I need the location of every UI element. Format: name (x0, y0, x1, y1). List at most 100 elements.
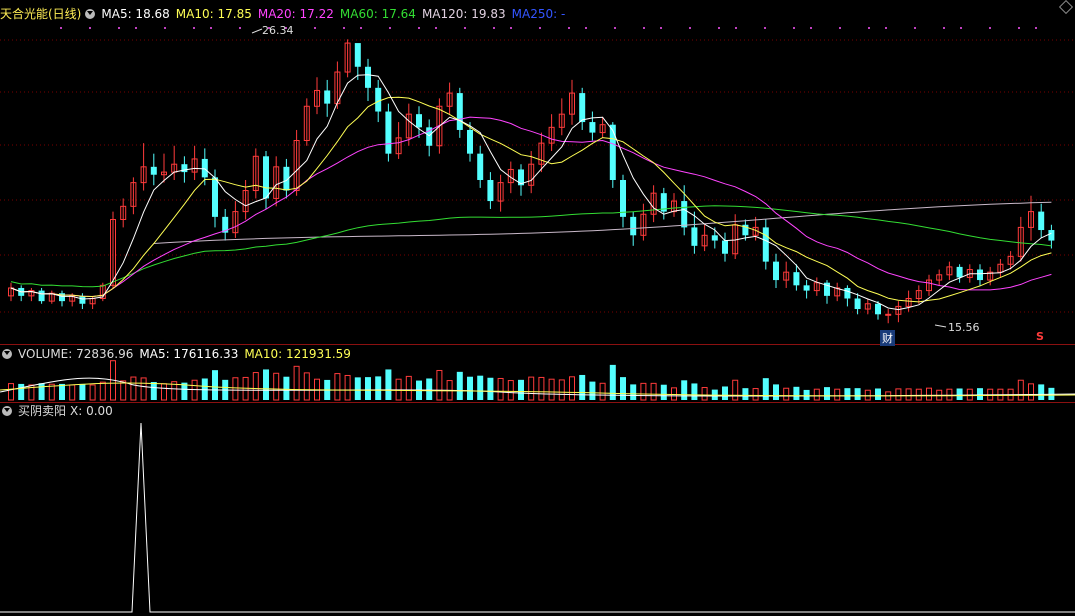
volume-bar (273, 372, 280, 401)
volume-bar (569, 376, 575, 401)
candle-down (803, 285, 810, 291)
event-dot (118, 27, 120, 29)
event-dot (89, 27, 91, 29)
volume-bar (803, 389, 810, 400)
candle-down (620, 180, 626, 217)
volume-bar (365, 377, 371, 400)
volume-bar (252, 372, 259, 401)
candle-down (854, 298, 861, 310)
candle-down (681, 201, 688, 228)
event-dot (868, 27, 870, 29)
candle-down (477, 153, 484, 180)
ma20-line (10, 116, 1052, 298)
volume-bar (620, 377, 626, 400)
event-dot (510, 27, 512, 29)
low-pointer (934, 324, 947, 328)
candle-down (875, 303, 881, 315)
volume-bar (385, 369, 392, 400)
volume-bar (283, 376, 290, 400)
volume-bar (161, 383, 167, 401)
volume-bar (579, 374, 586, 400)
candle-down (579, 93, 586, 123)
event-dot (943, 27, 945, 29)
event-dot (643, 27, 645, 29)
volume-bar (691, 383, 698, 400)
event-dot (314, 27, 316, 29)
ma10-line (10, 96, 1052, 303)
candle-down (589, 122, 596, 133)
volume-bar (783, 387, 790, 401)
candle-down (201, 158, 208, 178)
volume-bar (150, 382, 157, 400)
volume-bar (905, 388, 912, 401)
event-dot (60, 27, 62, 29)
candle-down (263, 156, 269, 199)
event-dot (689, 27, 691, 29)
volume-bar (344, 374, 351, 401)
volume-bar (599, 382, 606, 401)
event-dot (210, 27, 212, 29)
candle-down (844, 287, 851, 299)
volume-bar (762, 378, 769, 400)
volume-bar (528, 376, 535, 401)
event-dot (435, 27, 437, 29)
sell-signal-marker: S (1036, 330, 1044, 343)
volume-bar (69, 384, 76, 401)
kline-chart[interactable] (0, 0, 1075, 616)
volume-bar (232, 377, 239, 401)
volume-bar (497, 377, 504, 401)
volume-bar (589, 381, 596, 400)
candle-down (793, 272, 800, 286)
event-dot (539, 27, 541, 29)
volume-bar (813, 388, 820, 401)
candle-down (773, 261, 779, 281)
volume-bar (742, 388, 749, 400)
volume-bar (824, 387, 830, 400)
indicator-line (0, 422, 1075, 613)
volume-bar (518, 379, 524, 400)
event-dot (885, 27, 887, 29)
candle-down (977, 269, 983, 281)
event-dot (764, 27, 766, 29)
event-dot (914, 27, 916, 29)
event-dot (960, 27, 962, 29)
volume-bar (303, 372, 310, 401)
volume-bar (793, 386, 800, 400)
volume-bar (895, 388, 902, 401)
candle-down (416, 114, 422, 128)
low-price-label: 15.56 (948, 321, 980, 334)
candle-up (885, 313, 892, 316)
volume-bar (926, 387, 932, 401)
volume-bar (701, 387, 708, 401)
volume-bar (99, 381, 106, 401)
event-dot (464, 27, 466, 29)
volume-bar (375, 376, 382, 400)
candle-down (324, 90, 331, 104)
volume-bar (609, 364, 616, 400)
high-pointer (251, 28, 263, 34)
volume-bar (201, 378, 208, 400)
volume-bar (59, 383, 65, 400)
volume-bar (38, 383, 45, 400)
event-dot (343, 27, 345, 29)
volume-bar (640, 382, 647, 401)
event-dot (239, 27, 241, 29)
event-dot (585, 27, 587, 29)
candle-down (1048, 230, 1055, 241)
volume-bar (671, 387, 677, 401)
event-dot (418, 27, 420, 29)
candle-down (456, 93, 463, 130)
volume-bar (130, 376, 137, 401)
volume-bar (630, 384, 637, 400)
volume-bar (405, 375, 412, 401)
volume-bar (436, 369, 443, 401)
event-dot (1018, 27, 1020, 29)
volume-bar (140, 377, 147, 401)
volume-bar (834, 388, 841, 401)
high-price-label: 26.34 (262, 24, 294, 37)
financial-report-marker[interactable]: 财 (880, 330, 895, 346)
volume-bar (915, 388, 922, 401)
candle-down (711, 235, 718, 241)
volume-bar (89, 384, 96, 401)
volume-bar (977, 388, 983, 400)
